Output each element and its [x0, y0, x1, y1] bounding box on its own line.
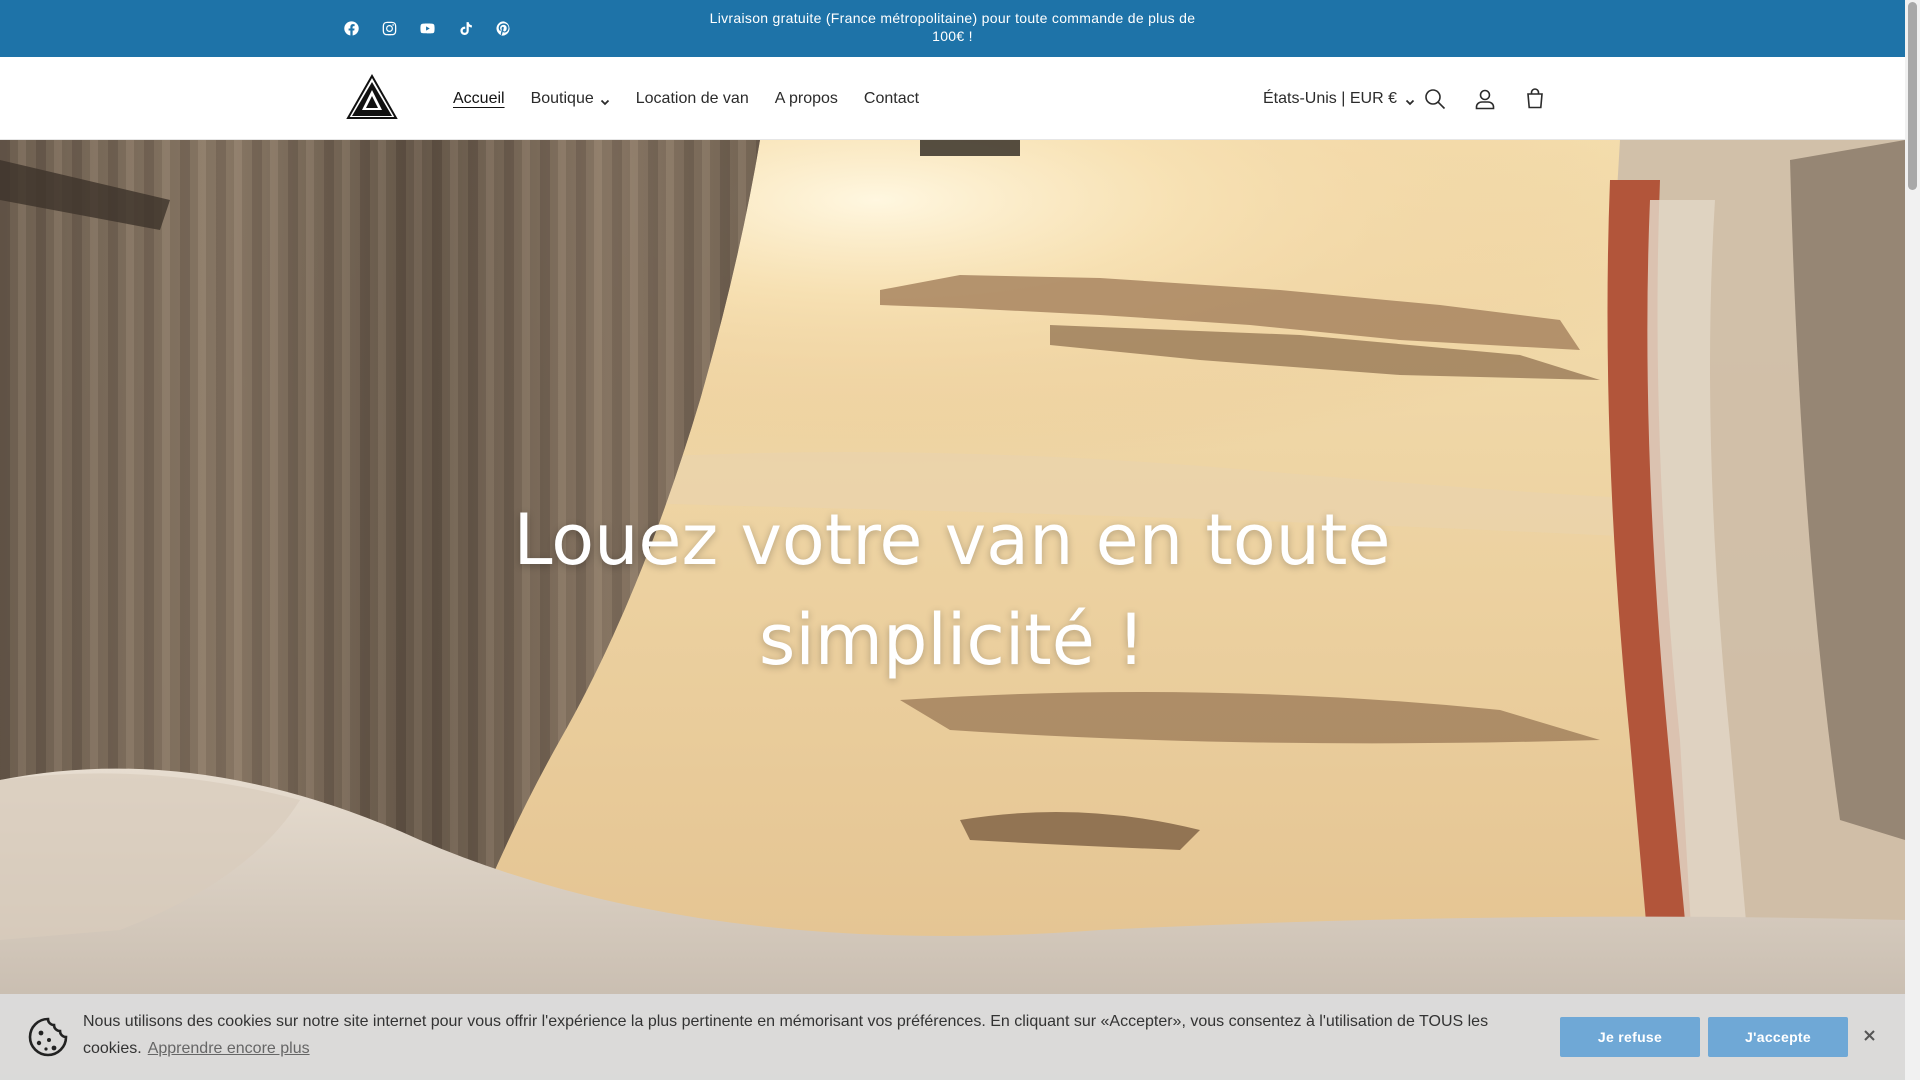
- cart-icon[interactable]: [1522, 86, 1548, 112]
- nav-label: A propos: [774, 89, 838, 107]
- main-nav: Accueil Boutique Location de van A propo…: [440, 57, 932, 140]
- scrollbar-thumb[interactable]: [1908, 2, 1917, 190]
- nav-item-a-propos[interactable]: A propos: [762, 57, 851, 140]
- site-logo[interactable]: [346, 73, 398, 120]
- search-icon[interactable]: [1422, 86, 1448, 112]
- cookie-icon: [27, 1016, 69, 1058]
- refuse-cookies-button[interactable]: Je refuse: [1560, 1017, 1700, 1057]
- hero-title: Louez votre van en toute simplicité !: [513, 499, 1391, 681]
- social-links: [340, 17, 514, 39]
- chevron-down-icon: [600, 94, 610, 105]
- cookie-message: Nous utilisons des cookies sur notre sit…: [83, 1008, 1523, 1062]
- chevron-down-icon: [1405, 94, 1415, 105]
- pinterest-icon[interactable]: [492, 17, 514, 39]
- hero-banner: Louez votre van en toute simplicité !: [0, 140, 1905, 1080]
- announcement-bar: Livraison gratuite (France métropolitain…: [0, 0, 1905, 57]
- account-icon[interactable]: [1472, 86, 1498, 112]
- locale-selector[interactable]: États-Unis | EUR €: [1263, 57, 1415, 140]
- tiktok-icon[interactable]: [454, 17, 476, 39]
- nav-label: Location de van: [635, 89, 749, 107]
- facebook-icon[interactable]: [340, 17, 362, 39]
- accept-cookies-button[interactable]: J'accepte: [1708, 1017, 1848, 1057]
- youtube-icon[interactable]: [416, 17, 438, 39]
- nav-item-boutique[interactable]: Boutique: [518, 57, 623, 140]
- nav-item-contact[interactable]: Contact: [851, 57, 932, 140]
- nav-item-location-de-van[interactable]: Location de van: [623, 57, 762, 140]
- close-icon[interactable]: [1860, 1026, 1878, 1044]
- nav-label: Accueil: [453, 89, 505, 107]
- nav-label: Boutique: [530, 89, 594, 107]
- cookie-banner: Nous utilisons des cookies sur notre sit…: [0, 994, 1905, 1080]
- learn-more-link[interactable]: Apprendre encore plus: [148, 1040, 310, 1057]
- locale-label: États-Unis | EUR €: [1263, 89, 1397, 107]
- header-actions: [1422, 57, 1548, 140]
- instagram-icon[interactable]: [378, 17, 400, 39]
- site-header: Accueil Boutique Location de van A propo…: [0, 57, 1905, 140]
- nav-item-accueil[interactable]: Accueil: [440, 57, 518, 140]
- page-scrollbar[interactable]: [1905, 0, 1920, 1080]
- announcement-text: Livraison gratuite (France métropolitain…: [709, 10, 1196, 44]
- nav-label: Contact: [863, 89, 920, 107]
